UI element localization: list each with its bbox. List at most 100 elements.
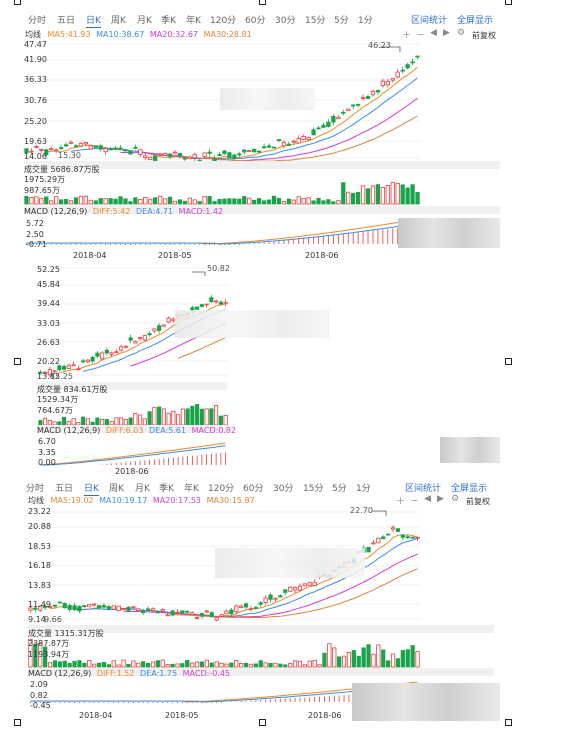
price-tick: 39.44 bbox=[37, 299, 60, 308]
price-tick: 41.90 bbox=[24, 55, 47, 64]
price-tick: 25.20 bbox=[24, 117, 47, 126]
volume-bar bbox=[276, 197, 282, 205]
volume-bar bbox=[111, 660, 116, 668]
volume-bar bbox=[192, 199, 197, 205]
volume-bar bbox=[410, 645, 415, 668]
candle-body bbox=[95, 352, 100, 357]
candle-body bbox=[229, 609, 234, 615]
volume-bar bbox=[157, 406, 162, 426]
volume-bar bbox=[180, 663, 185, 668]
candle-body bbox=[239, 605, 244, 609]
volume-bar bbox=[209, 408, 214, 426]
macd-diff: DIFF:5.42 bbox=[92, 207, 131, 216]
volume-bar bbox=[113, 198, 118, 205]
candle-body bbox=[67, 605, 72, 610]
volume-bar bbox=[166, 412, 171, 426]
volume-bar bbox=[157, 195, 163, 205]
volume-bar bbox=[258, 660, 263, 668]
volume-tick: 1529.34万 bbox=[37, 395, 79, 404]
price-tick: 16.18 bbox=[28, 561, 51, 570]
volume-bar bbox=[39, 197, 44, 205]
candle-body bbox=[232, 154, 237, 159]
price-tick: 36.33 bbox=[24, 75, 47, 84]
candle-body bbox=[207, 151, 212, 154]
low-annotation: 9.66 bbox=[44, 615, 62, 624]
volume-bar bbox=[147, 411, 152, 426]
candle-body bbox=[199, 613, 205, 617]
volume-bar bbox=[316, 197, 321, 205]
candle-body bbox=[116, 605, 121, 611]
candle-body bbox=[77, 605, 82, 612]
candle-body bbox=[331, 116, 336, 123]
candle-body bbox=[108, 148, 113, 151]
volume-bar bbox=[395, 182, 400, 205]
candle-body bbox=[162, 153, 168, 156]
volume-bar bbox=[29, 197, 34, 205]
volume-bar bbox=[263, 662, 268, 668]
volume-bar bbox=[44, 196, 49, 205]
volume-bar bbox=[370, 185, 376, 205]
candle-body bbox=[161, 324, 166, 327]
volume-bar bbox=[291, 199, 296, 205]
volume-bar bbox=[138, 414, 143, 426]
volume-tick: 2387.87万 bbox=[28, 639, 70, 648]
volume-bar bbox=[162, 198, 168, 205]
candle-body bbox=[52, 604, 58, 607]
candle-body bbox=[152, 328, 157, 332]
volume-bar bbox=[114, 417, 119, 426]
volume-bar bbox=[176, 414, 181, 426]
volume-bar bbox=[415, 651, 420, 668]
volume-bar bbox=[145, 662, 151, 668]
volume-bar bbox=[98, 198, 103, 205]
volume-bar bbox=[118, 196, 123, 205]
redacted-area bbox=[352, 683, 500, 721]
macd-tick: 2.09 bbox=[30, 680, 48, 689]
volume-bar bbox=[283, 664, 288, 668]
price-tick: 52.25 bbox=[37, 265, 60, 274]
volume-bar bbox=[175, 663, 180, 668]
high-annotation: 46.23 bbox=[368, 41, 391, 50]
candle-body bbox=[224, 610, 229, 615]
candle-body bbox=[234, 605, 239, 613]
candle-body bbox=[276, 139, 282, 142]
candle-body bbox=[167, 153, 173, 157]
macd-tick: -0.71 bbox=[26, 240, 47, 249]
candle-body bbox=[209, 297, 214, 303]
volume-bar bbox=[386, 660, 391, 668]
candle-body bbox=[93, 145, 98, 148]
candle-body bbox=[172, 151, 178, 154]
volume-bar bbox=[54, 196, 59, 205]
candle-body bbox=[192, 154, 197, 159]
volume-bar bbox=[148, 198, 153, 205]
volume-bar bbox=[390, 653, 396, 668]
volume-bar bbox=[123, 198, 128, 205]
volume-bar bbox=[395, 658, 401, 668]
volume-bar bbox=[128, 201, 133, 205]
volume-bar bbox=[88, 199, 93, 205]
candle-body bbox=[177, 153, 183, 157]
candle-body bbox=[390, 78, 395, 81]
high-annotation: 50.82 bbox=[207, 264, 230, 273]
candle-body bbox=[160, 609, 165, 612]
volume-bar bbox=[155, 660, 160, 668]
macd-dea: DEA:1.75 bbox=[140, 669, 178, 678]
volume-bar bbox=[141, 661, 146, 668]
volume-bar bbox=[381, 649, 386, 668]
volume-bar bbox=[341, 655, 347, 668]
volume-bar bbox=[400, 184, 405, 205]
volume-bar bbox=[128, 417, 133, 426]
low-annotation: 15.30 bbox=[58, 151, 81, 160]
candle-body bbox=[253, 607, 258, 609]
volume-bar bbox=[341, 182, 346, 205]
volume-bar bbox=[405, 649, 410, 668]
volume-bar bbox=[190, 405, 195, 426]
candle-body bbox=[341, 111, 346, 114]
candle-body bbox=[76, 368, 81, 371]
redacted-area bbox=[440, 437, 500, 463]
volume-bar bbox=[292, 660, 298, 668]
volume-bar bbox=[143, 197, 148, 205]
volume-bar bbox=[101, 662, 107, 668]
volume-bar bbox=[171, 410, 176, 426]
volume-bar bbox=[136, 662, 141, 668]
candle-body bbox=[202, 152, 207, 157]
